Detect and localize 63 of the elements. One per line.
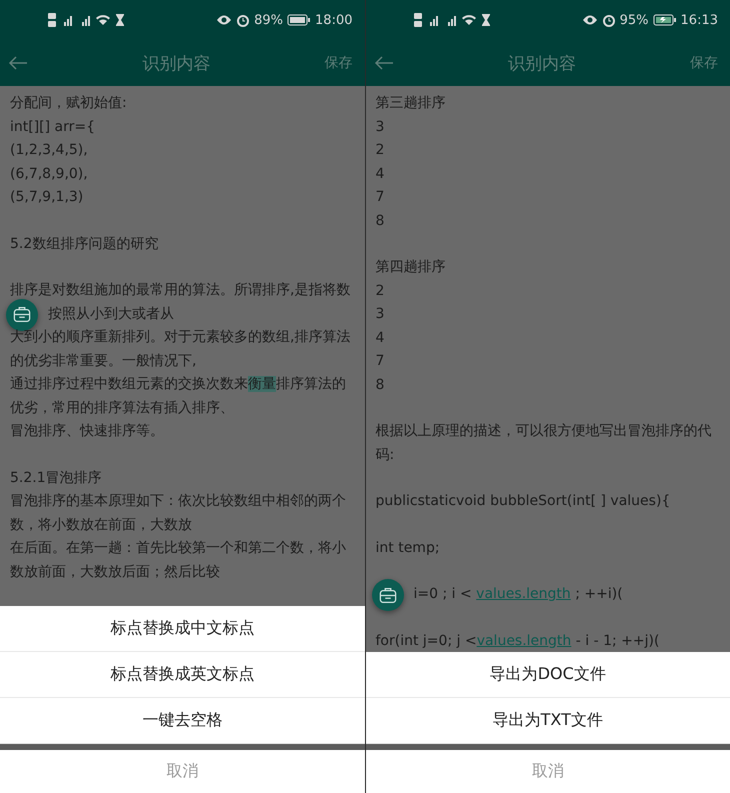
text-line: 冒泡排序、快速排序等。 <box>10 422 165 441</box>
text-line: 优劣，常用的排序算法有插入排序、 <box>10 398 235 418</box>
text-line: 3 <box>376 118 386 136</box>
text-line: 第四趟排序 <box>376 258 446 277</box>
save-button[interactable]: 保存 <box>324 54 352 72</box>
toolbox-icon <box>378 586 396 604</box>
page-title: 识别内容 <box>506 52 577 74</box>
text-line: 数放前面，大数放后面；然后比较 <box>10 562 221 582</box>
text-line: 8 <box>376 376 386 394</box>
sheet-option[interactable]: 导出为TXT文件 <box>366 698 730 744</box>
text-line: 第三趟排序 <box>376 94 446 113</box>
text-line: 在后面。在第一趟：首先比较第一个和第二个数，将小 <box>10 539 347 558</box>
eye-icon <box>216 14 232 26</box>
save-button[interactable]: 保存 <box>690 54 718 72</box>
text-line: 的优劣非常重要。一般情况下, <box>10 352 198 370</box>
text-line: 5.2数组排序问题的研究 <box>10 234 160 254</box>
toolbox-icon <box>13 306 31 323</box>
text-line: 分配间，赋初始值: <box>10 94 128 113</box>
sheet-option[interactable]: 标点替换成英文标点 <box>0 652 364 698</box>
text-line: 8 <box>376 212 386 230</box>
text-line: i=0 ; i < values.length ; ++i)( <box>376 583 720 606</box>
back-arrow-icon <box>8 55 28 71</box>
text-line: 按照从小到大或者从 <box>10 302 354 326</box>
text-line: for(int j=0; j <values.length - i - 1; ++j)( <box>376 632 660 650</box>
text-line: (1,2,3,4,5), <box>10 141 89 160</box>
text-line: 码: <box>376 446 396 464</box>
clock-time: 18:00 <box>315 12 352 28</box>
text-line: 冒泡排序的基本原理如下：依次比较数组中相邻的两个 <box>10 492 347 511</box>
text-line: int temp; <box>376 538 441 558</box>
back-button[interactable] <box>374 55 394 71</box>
cancel-button[interactable]: 取消 <box>0 750 364 793</box>
text-line: 7 <box>376 352 386 371</box>
sheet-option[interactable]: 导出为DOC文件 <box>366 652 730 698</box>
text-line: 根据以上原理的描述，可以很方便地写出冒泡排序的代 <box>376 422 712 441</box>
link[interactable]: values.length <box>476 586 571 602</box>
sheet-option[interactable]: 一键去空格 <box>0 698 364 744</box>
text-line: 数，将小数放在前面，大数放 <box>10 516 193 534</box>
text-line: 4 <box>376 164 386 184</box>
text-line: (6,7,8,9,0), <box>10 164 89 184</box>
text-line: 7 <box>376 188 386 207</box>
toolbox-button[interactable] <box>6 298 38 330</box>
text-line: 大到小的顺序重新排列。对于元素较多的数组,排序算法 <box>10 328 352 347</box>
battery-percent: 95% <box>620 12 649 28</box>
text-line: 5.2.1冒泡排序 <box>10 468 103 488</box>
page-title: 识别内容 <box>141 52 212 74</box>
text-line: publicstaticvoid bubbleSort(int[ ] values){ <box>376 492 672 511</box>
text-line: 4 <box>376 328 386 348</box>
text-line: (5,7,9,1,3) <box>10 188 84 207</box>
link[interactable]: values.length <box>476 632 572 648</box>
eye-icon <box>582 14 598 26</box>
text-line: 2 <box>376 141 386 160</box>
cancel-button[interactable]: 取消 <box>366 750 730 793</box>
text-line: 排序是对数组施加的最常用的算法。所谓排序,是指将数 <box>10 281 352 300</box>
sheet-option[interactable]: 标点替换成中文标点 <box>0 606 364 652</box>
text-line: 通过排序过程中数组元素的交换次数来衡量排序算法的 <box>10 375 347 394</box>
toolbox-button[interactable] <box>372 579 404 611</box>
back-arrow-icon <box>374 55 394 71</box>
text-line: 3 <box>376 305 386 324</box>
clock-time: 16:13 <box>680 12 718 28</box>
text-line: int[][] arr={ <box>10 118 96 136</box>
text-line: 2 <box>376 282 386 300</box>
battery-percent: 89% <box>254 12 284 28</box>
back-button[interactable] <box>8 55 28 71</box>
